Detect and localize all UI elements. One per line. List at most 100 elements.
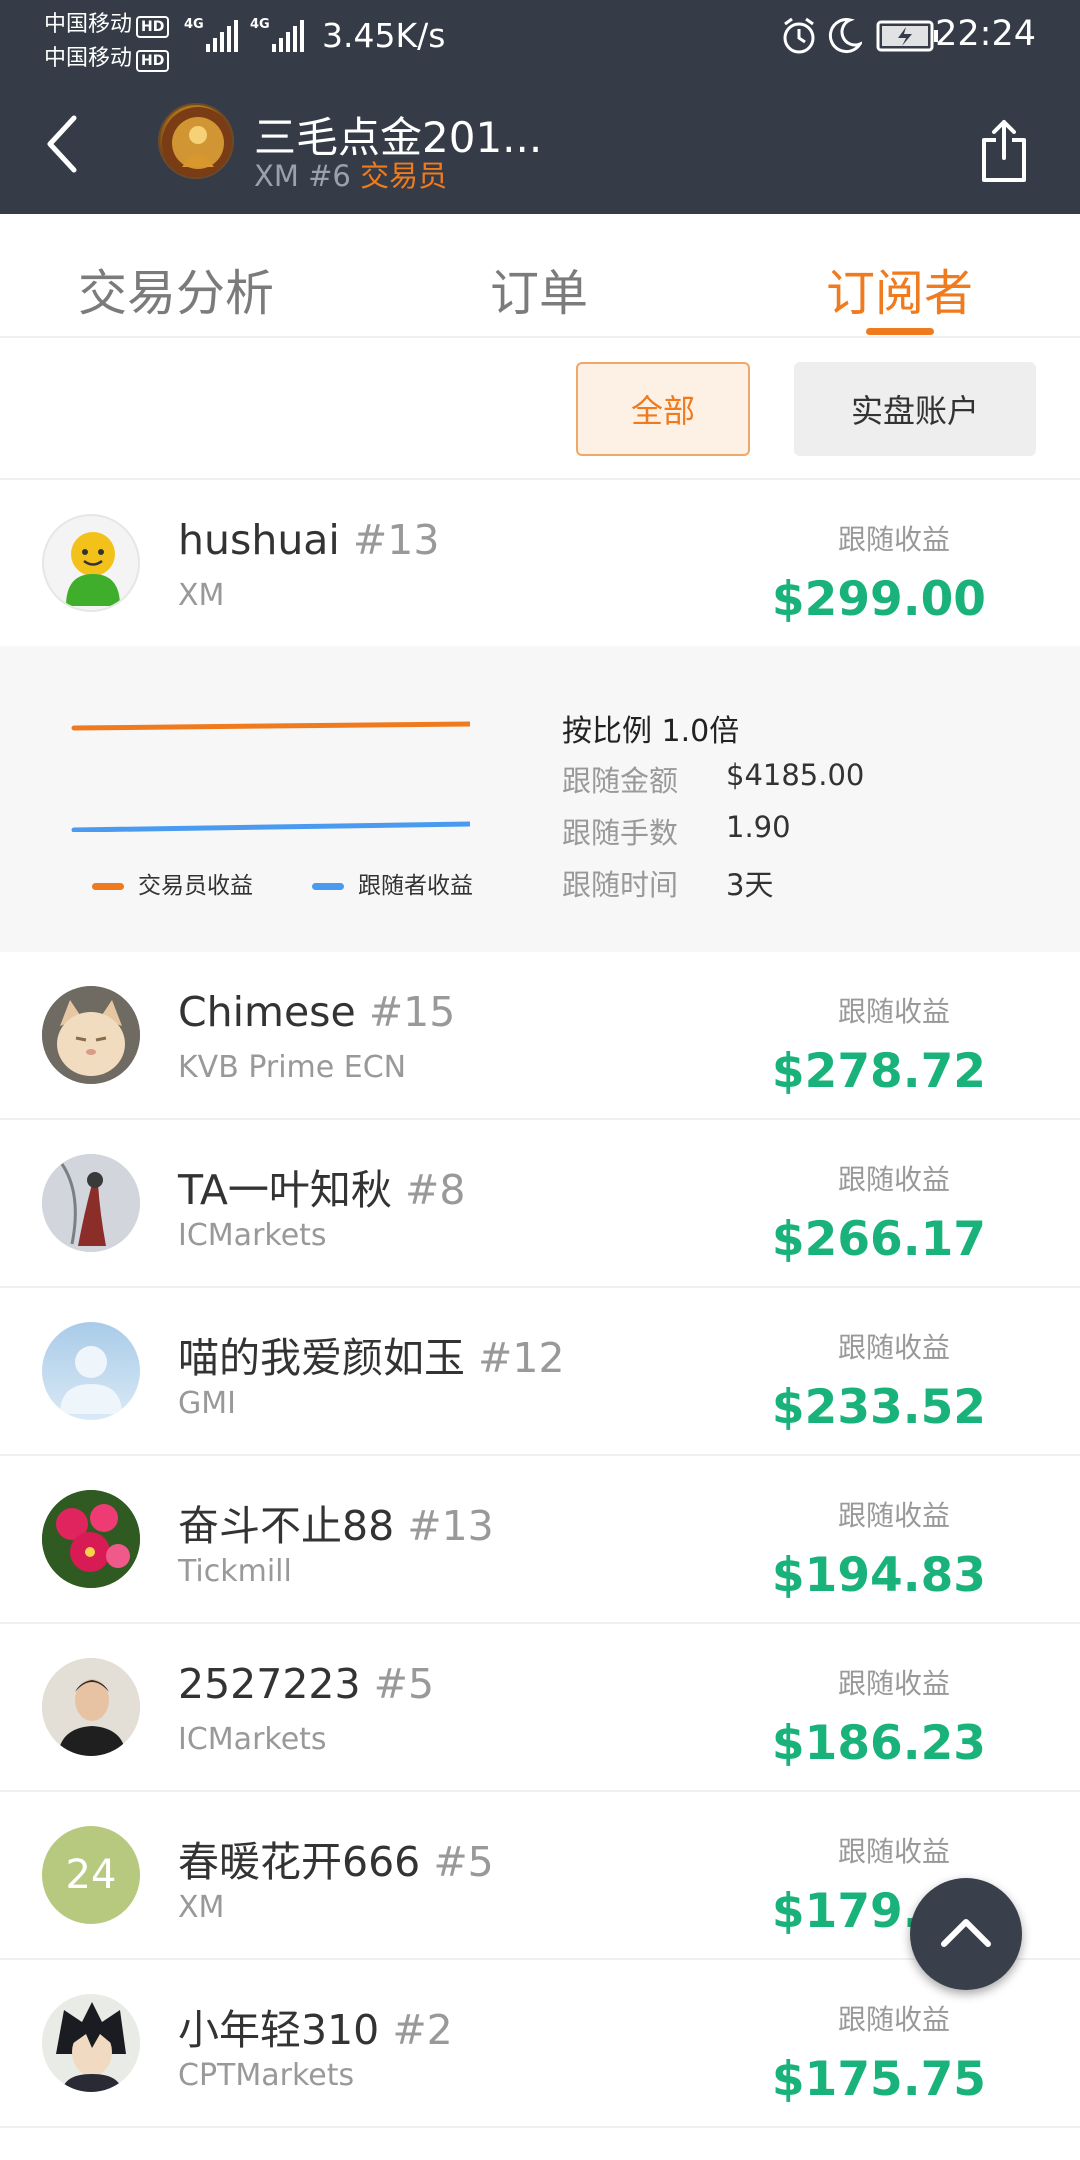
subscriber-row[interactable]: 2527223 #5 ICMarkets 跟随收益 $186.23 xyxy=(0,1624,1080,1792)
subscriber-name: 2527223 #5 xyxy=(178,1660,434,1708)
subscriber-name: 喵的我爱颜如玉 #12 xyxy=(178,1324,565,1384)
share-icon[interactable] xyxy=(976,118,1032,184)
profit-value: $175.75 xyxy=(771,2052,986,2107)
signal-4g-icon: 4G xyxy=(184,17,238,52)
trader-broker-rank: XM #6 xyxy=(254,159,351,193)
profit-label: 跟随收益 xyxy=(837,995,950,1028)
carrier-1-label: 中国移动 xyxy=(44,12,133,37)
avatar xyxy=(42,1658,140,1756)
subscriber-broker: XM xyxy=(178,578,225,613)
follow-ratio: 按比例 1.0倍 xyxy=(562,714,740,749)
follow-amount-label: 跟随金额 xyxy=(562,764,679,798)
profit-label: 跟随收益 xyxy=(837,1499,950,1532)
tab-subscribers[interactable]: 订阅者 xyxy=(826,254,973,325)
clock: 22:24 xyxy=(935,14,1036,54)
subscriber-row[interactable]: Chimese #15 KVB Prime ECN 跟随收益 $278.72 xyxy=(0,952,1080,1120)
moon-icon xyxy=(828,18,862,54)
subscriber-name-text: hushuai xyxy=(178,516,340,564)
follow-lots-value: 1.90 xyxy=(726,810,791,844)
avatar xyxy=(42,1490,140,1588)
carrier-2: 中国移动 HD xyxy=(44,40,170,72)
subscriber-name-text: 春暖花开666 xyxy=(178,1838,421,1886)
filter-all-button[interactable]: 全部 xyxy=(576,362,750,456)
subscriber-broker: ICMarkets xyxy=(178,1218,327,1253)
profit-label: 跟随收益 xyxy=(837,2003,950,2036)
avatar xyxy=(42,986,140,1084)
subscriber-name: 奋斗不止88 #13 xyxy=(178,1492,494,1552)
subscriber-broker: Tickmill xyxy=(178,1554,292,1589)
signal-4g-icon-2: 4G xyxy=(250,17,304,52)
anime-avatar-icon xyxy=(42,1994,140,2092)
follow-lots-label: 跟随手数 xyxy=(562,816,679,850)
subscriber-broker: KVB Prime ECN xyxy=(178,1050,407,1085)
trader-subtitle: XM #6 交易员 xyxy=(254,153,447,195)
profit-label: 跟随收益 xyxy=(837,523,950,556)
svg-text:4G: 4G xyxy=(184,17,204,32)
follower-profit-line xyxy=(71,821,470,832)
subscriber-broker: ICMarkets xyxy=(178,1722,327,1757)
figure-avatar-icon xyxy=(42,1154,140,1252)
chevron-up-icon xyxy=(941,1919,991,1947)
flower-avatar-icon xyxy=(42,1490,140,1588)
legend-follower-swatch xyxy=(312,883,344,890)
subscriber-rank: #15 xyxy=(368,988,456,1036)
profit-value: $233.52 xyxy=(771,1380,986,1435)
net-speed: 3.45K/s xyxy=(322,16,446,55)
subscriber-name-text: 奋斗不止88 xyxy=(178,1502,395,1550)
follow-time-value: 3天 xyxy=(726,868,774,902)
subscriber-detail-panel: 按比例 1.0倍 跟随金额 $4185.00 跟随手数 1.90 跟随时间 3天 xyxy=(0,646,1080,952)
subscriber-row[interactable]: TA一叶知秋 #8 ICMarkets 跟随收益 $266.17 xyxy=(0,1120,1080,1288)
subscriber-rank: #12 xyxy=(478,1334,565,1382)
avatar-number: 24 xyxy=(65,1852,117,1898)
tab-trade-analysis[interactable]: 交易分析 xyxy=(78,254,274,325)
legend-trader-swatch xyxy=(92,883,124,890)
filter-real-account-button[interactable]: 实盘账户 xyxy=(794,362,1036,456)
subscriber-row[interactable]: 奋斗不止88 #13 Tickmill 跟随收益 $194.83 xyxy=(0,1456,1080,1624)
follow-time-label: 跟随时间 xyxy=(562,868,679,902)
tab-orders[interactable]: 订单 xyxy=(490,254,588,325)
profit-label: 跟随收益 xyxy=(837,1667,950,1700)
subscriber-rank: #5 xyxy=(433,1838,494,1886)
trader-role: 交易员 xyxy=(360,159,448,193)
battery-icon xyxy=(876,20,938,52)
avatar: 24 xyxy=(42,1826,140,1924)
profit-comparison-chart xyxy=(71,721,470,832)
subscriber-row[interactable]: hushuai #13 XM 跟随收益 $299.00 xyxy=(0,480,1080,648)
profit-value: $186.23 xyxy=(771,1716,986,1771)
status-bar: 中国移动 HD 中国移动 HD 4G 4G 3.45K/s 22:24 xyxy=(0,0,1080,76)
scroll-to-top-button[interactable] xyxy=(910,1878,1022,1990)
subscriber-name: 春暖花开666 #5 xyxy=(178,1828,494,1888)
profit-value: $194.83 xyxy=(771,1548,986,1603)
trader-profit-line xyxy=(71,721,470,731)
avatar xyxy=(42,514,140,612)
cat-avatar-icon xyxy=(42,986,140,1084)
trader-avatar[interactable] xyxy=(158,103,234,179)
profit-value: $299.00 xyxy=(771,572,986,627)
subscriber-rank: #8 xyxy=(404,1166,466,1214)
follow-amount-value: $4185.00 xyxy=(726,758,865,792)
default-person-avatar-icon xyxy=(60,1346,122,1414)
subscriber-name: TA一叶知秋 #8 xyxy=(178,1156,465,1216)
subscriber-name-text: Chimese xyxy=(178,988,356,1036)
subscriber-rank: #5 xyxy=(373,1660,435,1708)
profit-label: 跟随收益 xyxy=(837,1331,950,1364)
profit-label: 跟随收益 xyxy=(837,1163,950,1196)
hd-badge-2: HD xyxy=(136,50,170,72)
subscriber-broker: GMI xyxy=(178,1386,236,1421)
subscriber-name: hushuai #13 xyxy=(178,516,439,564)
filter-bar: 全部 实盘账户 xyxy=(0,338,1080,480)
hd-badge: HD xyxy=(136,16,170,38)
man-photo-avatar-icon xyxy=(42,1658,140,1756)
avatar xyxy=(42,1322,140,1420)
subscriber-name-text: 小年轻310 xyxy=(178,2006,380,2054)
subscriber-name-text: TA一叶知秋 xyxy=(178,1166,392,1214)
profit-value: $266.17 xyxy=(771,1212,986,1267)
carrier-1: 中国移动 HD xyxy=(44,6,170,38)
subscriber-row[interactable]: 喵的我爱颜如玉 #12 GMI 跟随收益 $233.52 xyxy=(0,1288,1080,1456)
legend-follower-label: 跟随者收益 xyxy=(358,873,473,899)
alarm-icon xyxy=(783,17,815,54)
back-arrow-icon[interactable] xyxy=(40,112,88,176)
carrier-2-label: 中国移动 xyxy=(44,46,133,71)
subscriber-rank: #13 xyxy=(352,516,440,564)
tab-bar: 交易分析 订单 订阅者 xyxy=(0,214,1080,338)
